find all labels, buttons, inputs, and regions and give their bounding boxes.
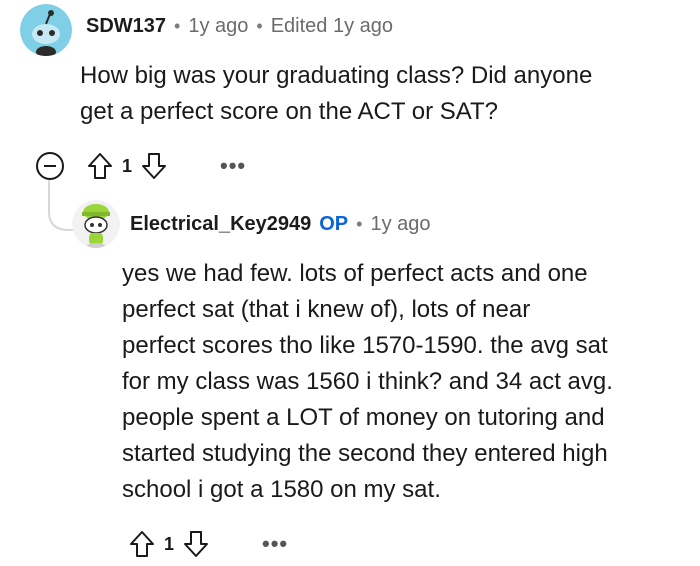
username[interactable]: SDW137 [86, 15, 166, 38]
timestamp[interactable]: 1y ago [370, 213, 430, 236]
comment-line: yes we had few. lots of perfect acts and… [122, 260, 588, 287]
comment-body: How big was your graduating class? Did a… [80, 58, 680, 130]
comment-line: get a perfect score on the ACT or SAT? [80, 98, 498, 125]
comment-line: started studying the second they entered… [122, 440, 608, 467]
separator-dot: • [356, 213, 363, 234]
comment-line: people spent a LOT of money on tutoring … [122, 404, 605, 431]
op-badge: OP [319, 212, 349, 235]
avatar[interactable] [20, 4, 72, 56]
vote-count: 1 [164, 533, 175, 554]
collapse-icon [44, 165, 56, 167]
vote-count: 1 [122, 155, 133, 176]
comment-line: How big was your graduating class? Did a… [80, 62, 593, 89]
comment-header: Electrical_Key2949 OP • 1y ago [130, 210, 431, 238]
comment-line: perfect scores tho like 1570-1590. the a… [122, 332, 608, 359]
comment-line: school i got a 1580 on my sat. [122, 476, 441, 503]
upvote-icon[interactable] [128, 529, 156, 559]
comment-header: SDW137 • 1y ago • Edited 1y ago [86, 12, 393, 40]
snoo-green-hat-avatar-icon [72, 200, 120, 248]
downvote-icon[interactable] [140, 151, 168, 181]
comment-body: yes we had few. lots of perfect acts and… [122, 256, 692, 508]
comment-line: perfect sat (that i knew of), lots of ne… [122, 296, 531, 323]
avatar[interactable] [72, 200, 120, 248]
vote-bar: 1 [86, 150, 168, 182]
comment-line: for my class was 1560 i think? and 34 ac… [122, 368, 613, 395]
timestamp[interactable]: 1y ago [188, 15, 248, 38]
separator-dot: • [256, 15, 263, 36]
upvote-icon[interactable] [86, 151, 114, 181]
edited-label: Edited 1y ago [270, 14, 394, 37]
vote-bar: 1 [128, 528, 210, 560]
collapse-button[interactable] [36, 152, 64, 180]
more-options-button[interactable]: ••• [262, 531, 288, 557]
username[interactable]: Electrical_Key2949 [130, 213, 311, 236]
more-options-button[interactable]: ••• [220, 153, 246, 179]
separator-dot: • [174, 15, 181, 36]
downvote-icon[interactable] [182, 529, 210, 559]
snoo-avatar-icon [20, 4, 72, 56]
